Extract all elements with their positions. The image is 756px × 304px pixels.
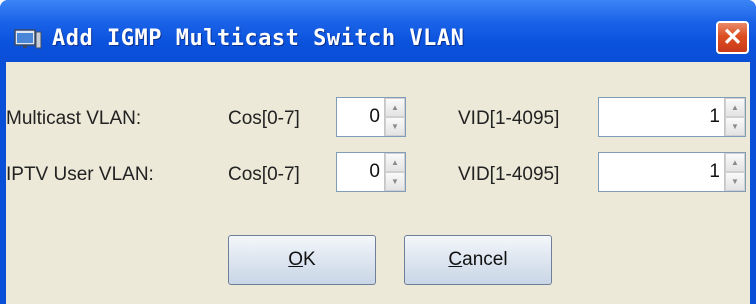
close-icon: ✕ — [722, 23, 743, 51]
iptv-vid-label: VID[1-4095] — [458, 164, 560, 185]
multicast-vid-label: VID[1-4095] — [458, 108, 560, 129]
cancel-mnemonic: C — [448, 249, 463, 270]
multicast-vid-value[interactable]: 1 — [599, 98, 724, 136]
iptv-user-vlan-label: IPTV User VLAN: — [6, 164, 154, 185]
ok-button[interactable]: OK — [228, 235, 376, 285]
arrow-down-icon[interactable]: ▼ — [385, 117, 405, 136]
dialog-title: Add IGMP Multicast Switch VLAN — [52, 26, 465, 51]
spin-arrows: ▲ ▼ — [384, 153, 405, 191]
arrow-up-icon[interactable]: ▲ — [725, 98, 745, 117]
iptv-cos-spinner[interactable]: 0 ▲ ▼ — [336, 152, 406, 192]
iptv-cos-value[interactable]: 0 — [337, 153, 384, 191]
multicast-vlan-label: Multicast VLAN: — [6, 108, 142, 129]
arrow-up-icon[interactable]: ▲ — [385, 153, 405, 172]
dialog-window: Add IGMP Multicast Switch VLAN ✕ Multica… — [0, 0, 756, 304]
title-bar[interactable]: Add IGMP Multicast Switch VLAN ✕ — [0, 0, 756, 62]
spin-arrows: ▲ ▼ — [724, 98, 745, 136]
cancel-label-rest: ancel — [462, 249, 508, 270]
ok-label-rest: K — [303, 249, 316, 270]
close-button[interactable]: ✕ — [716, 21, 749, 54]
arrow-up-icon[interactable]: ▲ — [725, 153, 745, 172]
multicast-cos-spinner[interactable]: 0 ▲ ▼ — [336, 97, 406, 137]
arrow-up-icon[interactable]: ▲ — [385, 98, 405, 117]
dialog-body: Multicast VLAN: Cos[0-7] 0 ▲ ▼ VID[1-409… — [6, 62, 750, 304]
iptv-cos-label: Cos[0-7] — [228, 164, 300, 185]
spin-arrows: ▲ ▼ — [724, 153, 745, 191]
ok-mnemonic: O — [288, 249, 304, 270]
spin-arrows: ▲ ▼ — [384, 98, 405, 136]
arrow-down-icon[interactable]: ▼ — [725, 172, 745, 191]
iptv-vid-spinner[interactable]: 1 ▲ ▼ — [598, 152, 746, 192]
window-app-icon — [14, 29, 42, 49]
arrow-down-icon[interactable]: ▼ — [725, 117, 745, 136]
iptv-vid-value[interactable]: 1 — [599, 153, 724, 191]
arrow-down-icon[interactable]: ▼ — [385, 172, 405, 191]
multicast-cos-label: Cos[0-7] — [228, 108, 300, 129]
multicast-cos-value[interactable]: 0 — [337, 98, 384, 136]
cancel-button[interactable]: Cancel — [404, 235, 552, 285]
multicast-vid-spinner[interactable]: 1 ▲ ▼ — [598, 97, 746, 137]
